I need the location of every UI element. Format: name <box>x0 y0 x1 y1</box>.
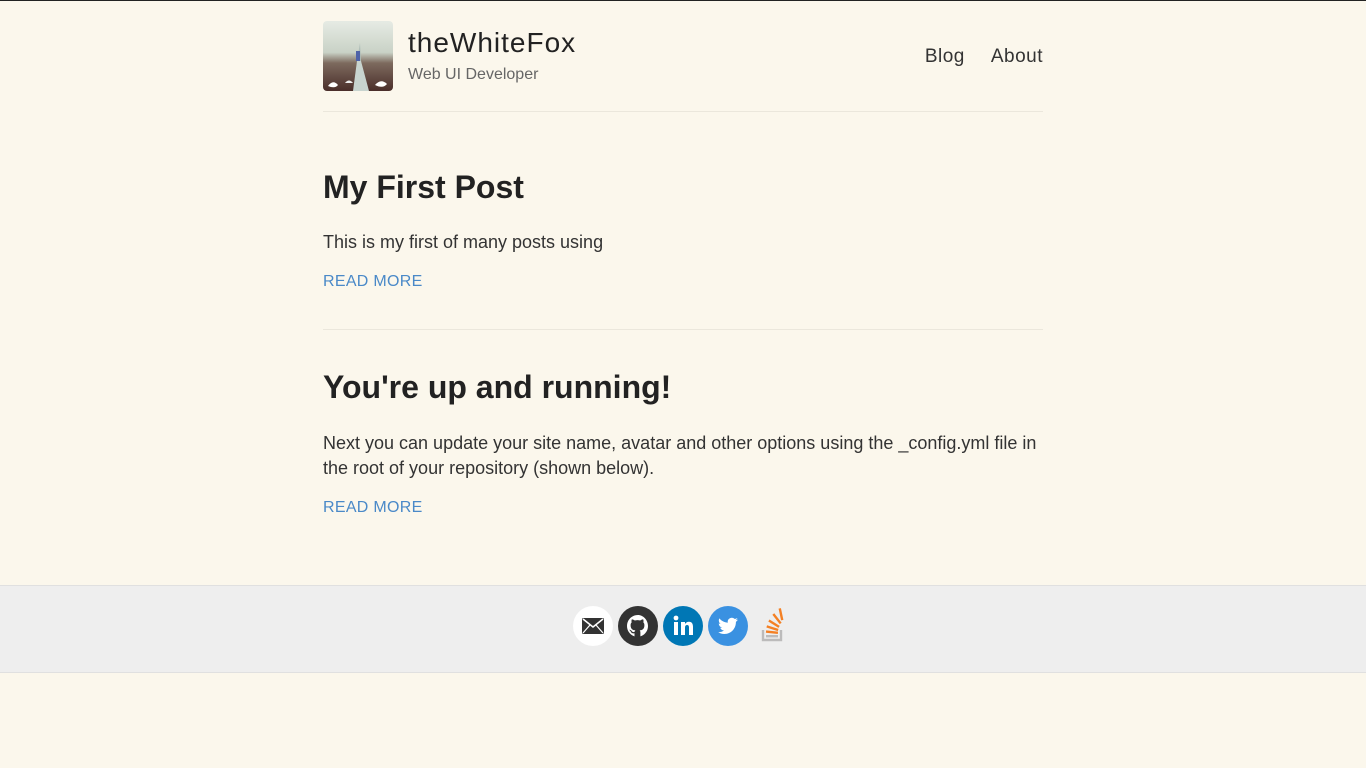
post-title[interactable]: You're up and running! <box>323 368 1043 406</box>
post-item: My First Post This is my first of many p… <box>323 168 1043 331</box>
email-link[interactable] <box>573 606 613 646</box>
read-more-link[interactable]: READ MORE <box>323 499 423 517</box>
nav-item-about[interactable]: About <box>991 46 1043 68</box>
post-list: My First Post This is my first of many p… <box>323 112 1043 555</box>
nav-item-blog[interactable]: Blog <box>925 46 965 68</box>
read-more-link[interactable]: READ MORE <box>323 273 423 291</box>
page-wrapper: theWhiteFox Web UI Developer Blog About … <box>323 1 1043 555</box>
site-name[interactable]: theWhiteFox <box>408 26 576 60</box>
github-link[interactable] <box>618 606 658 646</box>
avatar[interactable] <box>323 21 393 91</box>
site-description: Web UI Developer <box>408 66 539 83</box>
post-excerpt: Next you can update your site name, avat… <box>323 432 1037 478</box>
stackoverflow-link[interactable] <box>753 606 793 646</box>
post-item: You're up and running! Next you can upda… <box>323 330 1043 554</box>
main-nav: Blog About <box>925 46 1043 68</box>
post-title[interactable]: My First Post <box>323 168 1043 206</box>
linkedin-link[interactable] <box>663 606 703 646</box>
site-footer <box>0 585 1366 673</box>
stackoverflow-icon <box>761 608 784 642</box>
email-icon <box>573 606 613 646</box>
masthead: theWhiteFox Web UI Developer Blog About <box>323 1 1043 112</box>
twitter-link[interactable] <box>708 606 748 646</box>
post-excerpt: This is my first of many posts using <box>323 232 604 253</box>
github-icon <box>618 606 658 646</box>
social-links <box>573 606 793 646</box>
linkedin-icon <box>663 606 703 646</box>
twitter-icon <box>708 606 748 646</box>
